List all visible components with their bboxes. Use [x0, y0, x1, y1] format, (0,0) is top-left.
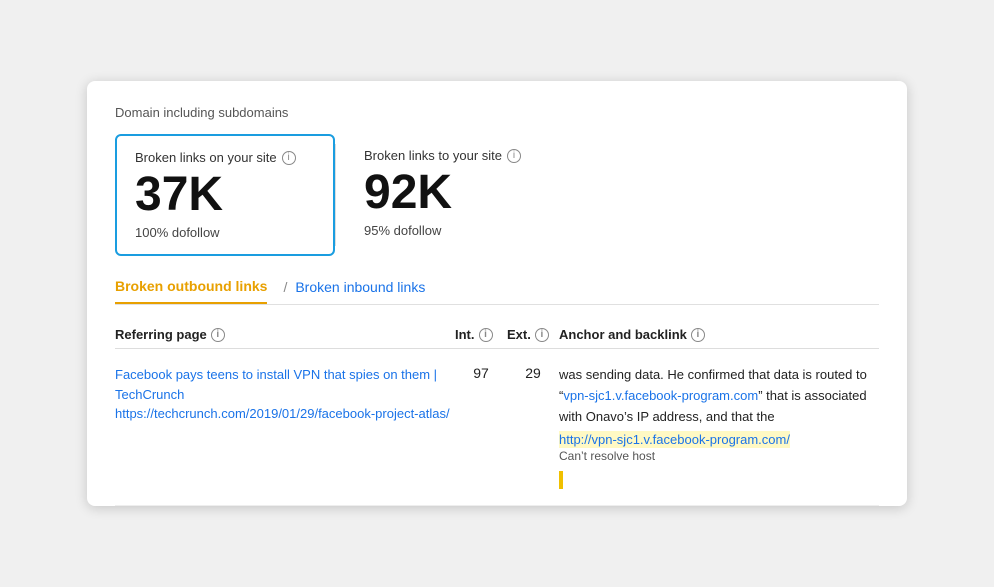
yellow-bar-icon [559, 471, 563, 489]
metric-broken-outbound: Broken links on your site i 37K 100% dof… [115, 134, 335, 256]
row-ext: 29 [507, 365, 559, 381]
row-int: 97 [455, 365, 507, 381]
anchor-header-info-icon[interactable]: i [691, 328, 705, 342]
int-header-info-icon[interactable]: i [479, 328, 493, 342]
anchor-inner-link[interactable]: vpn-sjc1.v.facebook-program.com [563, 388, 758, 403]
tab-broken-inbound[interactable]: Broken inbound links [295, 279, 425, 303]
metric2-info-icon[interactable]: i [507, 149, 521, 163]
page-url-link[interactable]: https://techcrunch.com/2019/01/29/facebo… [115, 404, 455, 424]
anchor-text-block: was sending data. He confirmed that data… [559, 365, 879, 427]
metric1-value: 37K [135, 171, 305, 219]
metric1-sub: 100% dofollow [135, 225, 305, 240]
col-header-page: Referring page i [115, 327, 455, 342]
tab-separator: / [283, 279, 287, 303]
col-header-ext: Ext. i [507, 327, 559, 342]
table-row: Facebook pays teens to install VPN that … [115, 349, 879, 505]
anchor-url-link[interactable]: http://vpn-sjc1.v.facebook-program.com/ [559, 431, 790, 448]
row-anchor: was sending data. He confirmed that data… [559, 365, 879, 488]
domain-label: Domain including subdomains [115, 105, 879, 120]
yellow-bar-row [559, 467, 879, 489]
ext-header-info-icon[interactable]: i [535, 328, 549, 342]
page-link[interactable]: Facebook pays teens to install VPN that … [115, 365, 455, 404]
col-header-anchor: Anchor and backlink i [559, 327, 879, 342]
metrics-row: Broken links on your site i 37K 100% dof… [115, 134, 879, 256]
row-page: Facebook pays teens to install VPN that … [115, 365, 455, 424]
table-header: Referring page i Int. i Ext. i Anchor an… [115, 321, 879, 349]
metric2-title: Broken links to your site i [364, 148, 521, 163]
metric-broken-inbound: Broken links to your site i 92K 95% dofo… [336, 134, 549, 256]
metric2-sub: 95% dofollow [364, 223, 521, 238]
main-card: Domain including subdomains Broken links… [87, 81, 907, 505]
col-header-int: Int. i [455, 327, 507, 342]
anchor-url-row: http://vpn-sjc1.v.facebook-program.com/ [559, 432, 879, 447]
tabs-row: Broken outbound links / Broken inbound l… [115, 278, 879, 305]
page-header-info-icon[interactable]: i [211, 328, 225, 342]
tab-broken-outbound[interactable]: Broken outbound links [115, 278, 267, 304]
metric2-value: 92K [364, 169, 521, 217]
metric1-title: Broken links on your site i [135, 150, 305, 165]
cant-resolve-text: Can’t resolve host [559, 449, 879, 463]
metric1-info-icon[interactable]: i [282, 151, 296, 165]
